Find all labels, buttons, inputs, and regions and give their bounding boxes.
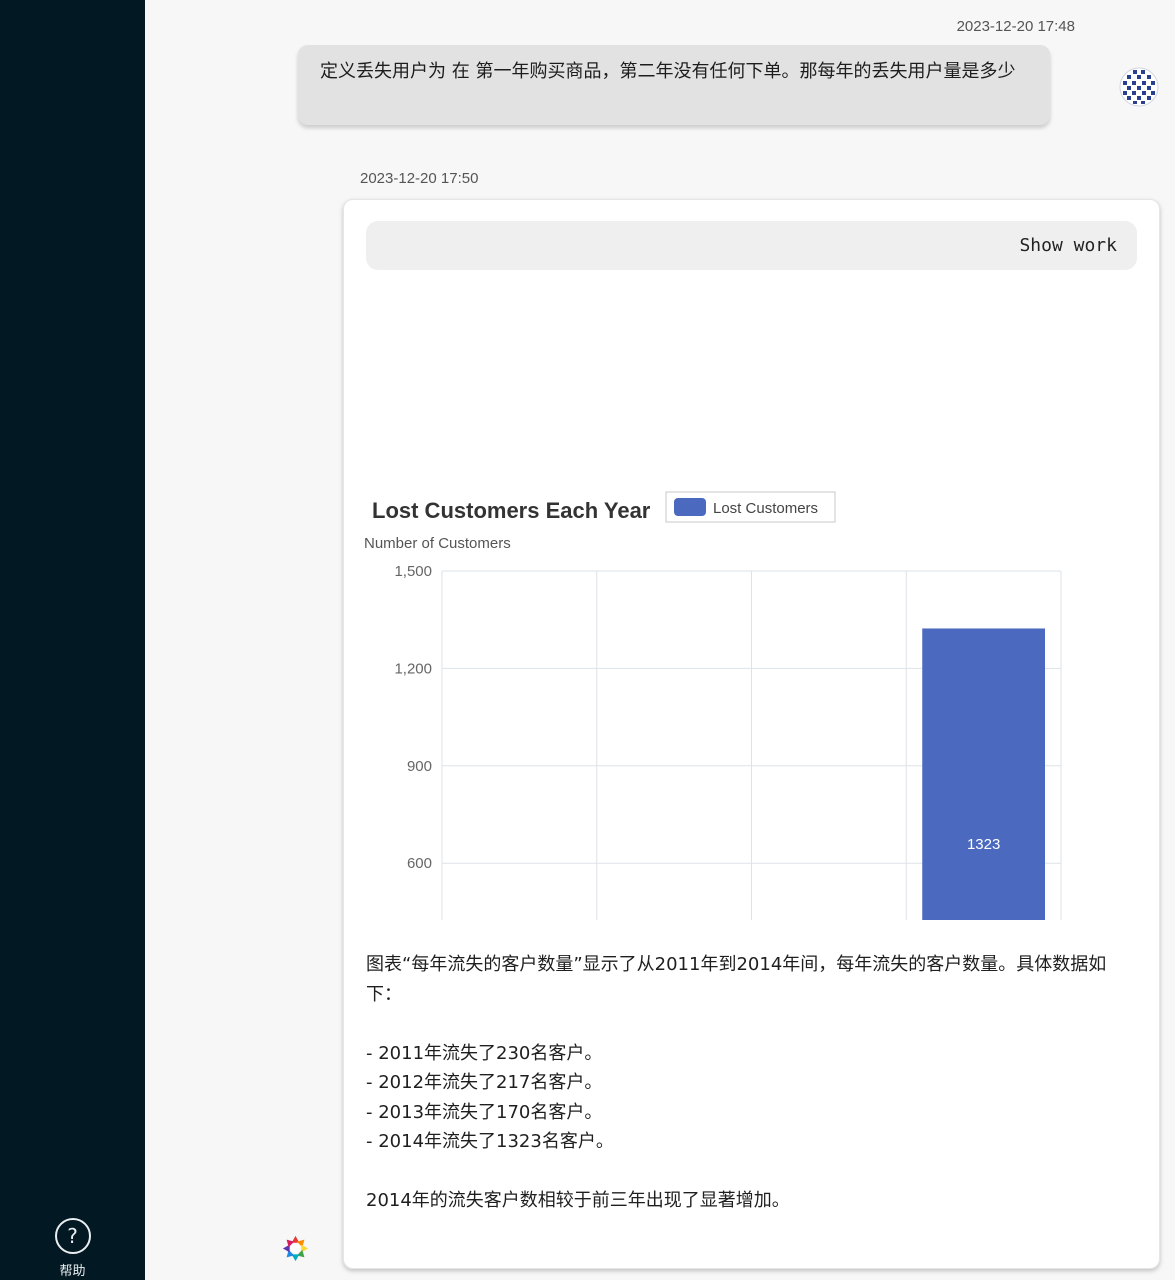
help-label: 帮助 [59,1264,86,1279]
bot-answer-text: 图表“每年流失的客户数量”显示了从2011年到2014年间，每年流失的客户数量。… [366,954,1107,1211]
chart-title: Lost Customers Each Year [372,498,651,523]
y-axis-label: Number of Customers [364,535,511,552]
bot-logo-icon [282,1235,309,1262]
y-tick-label: 900 [407,758,432,775]
sidebar: ? 帮助 [0,0,145,1280]
legend-label: Lost Customers [713,500,818,517]
bot-message-card: Show work Lost Customers Each Year Lost C… [343,199,1160,1269]
question-circle-icon: ? [54,1218,91,1254]
user-message-bubble: 定义丢失用户为 在 第一年购买商品，第二年没有任何下单。那每年的丢失用户量是多少 [298,45,1050,125]
user-message-text: 定义丢失用户为 在 第一年购买商品，第二年没有任何下单。那每年的丢失用户量是多少 [320,61,1016,82]
bar-data-label: 1323 [967,836,1000,853]
legend-swatch [674,498,706,516]
y-tick-label: 1,200 [394,660,432,677]
lost-customers-chart: Lost Customers Each Year Lost Customers Nu… [344,280,1159,920]
y-tick-label: 600 [407,855,432,872]
help-button[interactable]: ? 帮助 [0,1218,145,1279]
show-work-button[interactable]: Show work [366,221,1137,270]
y-tick-label: 1,500 [394,563,432,580]
chart-svg: Lost Customers Each Year Lost Customers Nu… [364,491,1062,920]
user-message-timestamp: 2023-12-20 17:48 [956,18,1075,35]
bar [922,628,1045,920]
user-avatar-pattern-icon[interactable] [1119,67,1159,107]
bot-message-timestamp: 2023-12-20 17:50 [360,170,479,187]
